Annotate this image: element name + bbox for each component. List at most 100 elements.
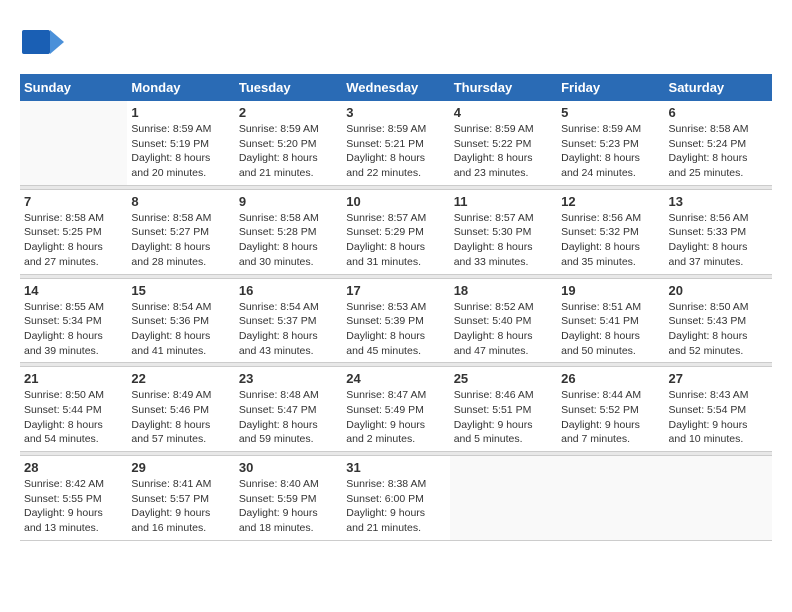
day-info: Sunrise: 8:56 AMSunset: 5:32 PMDaylight:…	[561, 211, 660, 270]
day-info: Sunrise: 8:57 AMSunset: 5:29 PMDaylight:…	[346, 211, 445, 270]
day-cell: 9 Sunrise: 8:58 AMSunset: 5:28 PMDaylight…	[235, 189, 342, 274]
day-number: 23	[239, 371, 338, 386]
day-number: 19	[561, 283, 660, 298]
day-info: Sunrise: 8:53 AMSunset: 5:39 PMDaylight:…	[346, 300, 445, 359]
day-number: 20	[669, 283, 768, 298]
week-row-1: 1 Sunrise: 8:59 AMSunset: 5:19 PMDaylight…	[20, 101, 772, 185]
day-info: Sunrise: 8:59 AMSunset: 5:22 PMDaylight:…	[454, 122, 553, 181]
day-number: 2	[239, 105, 338, 120]
day-cell: 24 Sunrise: 8:47 AMSunset: 5:49 PMDayligh…	[342, 367, 449, 452]
col-header-friday: Friday	[557, 74, 664, 101]
day-info: Sunrise: 8:54 AMSunset: 5:37 PMDaylight:…	[239, 300, 338, 359]
day-number: 25	[454, 371, 553, 386]
day-cell: 17 Sunrise: 8:53 AMSunset: 5:39 PMDayligh…	[342, 278, 449, 363]
day-number: 12	[561, 194, 660, 209]
day-info: Sunrise: 8:55 AMSunset: 5:34 PMDaylight:…	[24, 300, 123, 359]
day-cell: 13 Sunrise: 8:56 AMSunset: 5:33 PMDayligh…	[665, 189, 772, 274]
week-row-3: 14 Sunrise: 8:55 AMSunset: 5:34 PMDayligh…	[20, 278, 772, 363]
day-info: Sunrise: 8:40 AMSunset: 5:59 PMDaylight:…	[239, 477, 338, 536]
day-info: Sunrise: 8:58 AMSunset: 5:27 PMDaylight:…	[131, 211, 230, 270]
day-number: 7	[24, 194, 123, 209]
col-header-tuesday: Tuesday	[235, 74, 342, 101]
day-info: Sunrise: 8:44 AMSunset: 5:52 PMDaylight:…	[561, 388, 660, 447]
day-number: 4	[454, 105, 553, 120]
day-info: Sunrise: 8:54 AMSunset: 5:36 PMDaylight:…	[131, 300, 230, 359]
day-cell: 28 Sunrise: 8:42 AMSunset: 5:55 PMDayligh…	[20, 456, 127, 541]
day-info: Sunrise: 8:41 AMSunset: 5:57 PMDaylight:…	[131, 477, 230, 536]
day-info: Sunrise: 8:58 AMSunset: 5:24 PMDaylight:…	[669, 122, 768, 181]
day-number: 1	[131, 105, 230, 120]
day-info: Sunrise: 8:42 AMSunset: 5:55 PMDaylight:…	[24, 477, 123, 536]
day-cell: 19 Sunrise: 8:51 AMSunset: 5:41 PMDayligh…	[557, 278, 664, 363]
day-number: 26	[561, 371, 660, 386]
day-cell: 10 Sunrise: 8:57 AMSunset: 5:29 PMDayligh…	[342, 189, 449, 274]
day-cell	[450, 456, 557, 541]
day-number: 13	[669, 194, 768, 209]
day-cell	[665, 456, 772, 541]
col-header-saturday: Saturday	[665, 74, 772, 101]
day-cell: 15Sunrise: 8:54 AMSunset: 5:36 PMDayligh…	[127, 278, 234, 363]
day-number: 17	[346, 283, 445, 298]
col-header-monday: Monday	[127, 74, 234, 101]
day-cell: 5Sunrise: 8:59 AMSunset: 5:23 PMDaylight…	[557, 101, 664, 185]
calendar-table: SundayMondayTuesdayWednesdayThursdayFrid…	[20, 74, 772, 541]
day-cell: 2Sunrise: 8:59 AMSunset: 5:20 PMDaylight…	[235, 101, 342, 185]
header	[20, 20, 772, 64]
day-number: 30	[239, 460, 338, 475]
day-cell: 12 Sunrise: 8:56 AMSunset: 5:32 PMDayligh…	[557, 189, 664, 274]
day-cell: 20 Sunrise: 8:50 AMSunset: 5:43 PMDayligh…	[665, 278, 772, 363]
day-number: 18	[454, 283, 553, 298]
day-cell: 1 Sunrise: 8:59 AMSunset: 5:19 PMDaylight…	[127, 101, 234, 185]
day-number: 8	[131, 194, 230, 209]
logo	[20, 20, 68, 64]
day-info: Sunrise: 8:58 AMSunset: 5:28 PMDaylight:…	[239, 211, 338, 270]
day-number: 11	[454, 194, 553, 209]
day-info: Sunrise: 8:49 AMSunset: 5:46 PMDaylight:…	[131, 388, 230, 447]
day-cell: 4 Sunrise: 8:59 AMSunset: 5:22 PMDaylight…	[450, 101, 557, 185]
day-info: Sunrise: 8:47 AMSunset: 5:49 PMDaylight:…	[346, 388, 445, 447]
day-cell: 11 Sunrise: 8:57 AMSunset: 5:30 PMDayligh…	[450, 189, 557, 274]
day-cell: 31Sunrise: 8:38 AMSunset: 6:00 PMDayligh…	[342, 456, 449, 541]
day-number: 16	[239, 283, 338, 298]
day-info: Sunrise: 8:46 AMSunset: 5:51 PMDaylight:…	[454, 388, 553, 447]
col-header-wednesday: Wednesday	[342, 74, 449, 101]
col-header-thursday: Thursday	[450, 74, 557, 101]
day-cell: 29 Sunrise: 8:41 AMSunset: 5:57 PMDayligh…	[127, 456, 234, 541]
day-cell	[557, 456, 664, 541]
col-header-sunday: Sunday	[20, 74, 127, 101]
header-row: SundayMondayTuesdayWednesdayThursdayFrid…	[20, 74, 772, 101]
day-number: 6	[669, 105, 768, 120]
week-row-2: 7 Sunrise: 8:58 AMSunset: 5:25 PMDaylight…	[20, 189, 772, 274]
day-cell: 14 Sunrise: 8:55 AMSunset: 5:34 PMDayligh…	[20, 278, 127, 363]
day-cell: 22 Sunrise: 8:49 AMSunset: 5:46 PMDayligh…	[127, 367, 234, 452]
day-number: 14	[24, 283, 123, 298]
day-info: Sunrise: 8:50 AMSunset: 5:43 PMDaylight:…	[669, 300, 768, 359]
day-info: Sunrise: 8:59 AMSunset: 5:21 PMDaylight:…	[346, 122, 445, 181]
day-cell: 23 Sunrise: 8:48 AMSunset: 5:47 PMDayligh…	[235, 367, 342, 452]
day-info: Sunrise: 8:58 AMSunset: 5:25 PMDaylight:…	[24, 211, 123, 270]
day-number: 9	[239, 194, 338, 209]
day-cell: 30 Sunrise: 8:40 AMSunset: 5:59 PMDayligh…	[235, 456, 342, 541]
day-info: Sunrise: 8:50 AMSunset: 5:44 PMDaylight:…	[24, 388, 123, 447]
day-info: Sunrise: 8:43 AMSunset: 5:54 PMDaylight:…	[669, 388, 768, 447]
day-info: Sunrise: 8:59 AMSunset: 5:19 PMDaylight:…	[131, 122, 230, 181]
day-cell: 6 Sunrise: 8:58 AMSunset: 5:24 PMDaylight…	[665, 101, 772, 185]
day-number: 22	[131, 371, 230, 386]
day-info: Sunrise: 8:38 AMSunset: 6:00 PMDaylight:…	[346, 477, 445, 536]
day-info: Sunrise: 8:48 AMSunset: 5:47 PMDaylight:…	[239, 388, 338, 447]
day-number: 28	[24, 460, 123, 475]
day-cell: 8 Sunrise: 8:58 AMSunset: 5:27 PMDaylight…	[127, 189, 234, 274]
day-cell: 18 Sunrise: 8:52 AMSunset: 5:40 PMDayligh…	[450, 278, 557, 363]
day-cell: 16 Sunrise: 8:54 AMSunset: 5:37 PMDayligh…	[235, 278, 342, 363]
day-number: 24	[346, 371, 445, 386]
day-cell: 3Sunrise: 8:59 AMSunset: 5:21 PMDaylight…	[342, 101, 449, 185]
day-info: Sunrise: 8:56 AMSunset: 5:33 PMDaylight:…	[669, 211, 768, 270]
day-info: Sunrise: 8:51 AMSunset: 5:41 PMDaylight:…	[561, 300, 660, 359]
day-number: 29	[131, 460, 230, 475]
day-info: Sunrise: 8:57 AMSunset: 5:30 PMDaylight:…	[454, 211, 553, 270]
day-info: Sunrise: 8:52 AMSunset: 5:40 PMDaylight:…	[454, 300, 553, 359]
day-number: 10	[346, 194, 445, 209]
week-row-4: 21Sunrise: 8:50 AMSunset: 5:44 PMDayligh…	[20, 367, 772, 452]
week-row-5: 28 Sunrise: 8:42 AMSunset: 5:55 PMDayligh…	[20, 456, 772, 541]
day-number: 27	[669, 371, 768, 386]
